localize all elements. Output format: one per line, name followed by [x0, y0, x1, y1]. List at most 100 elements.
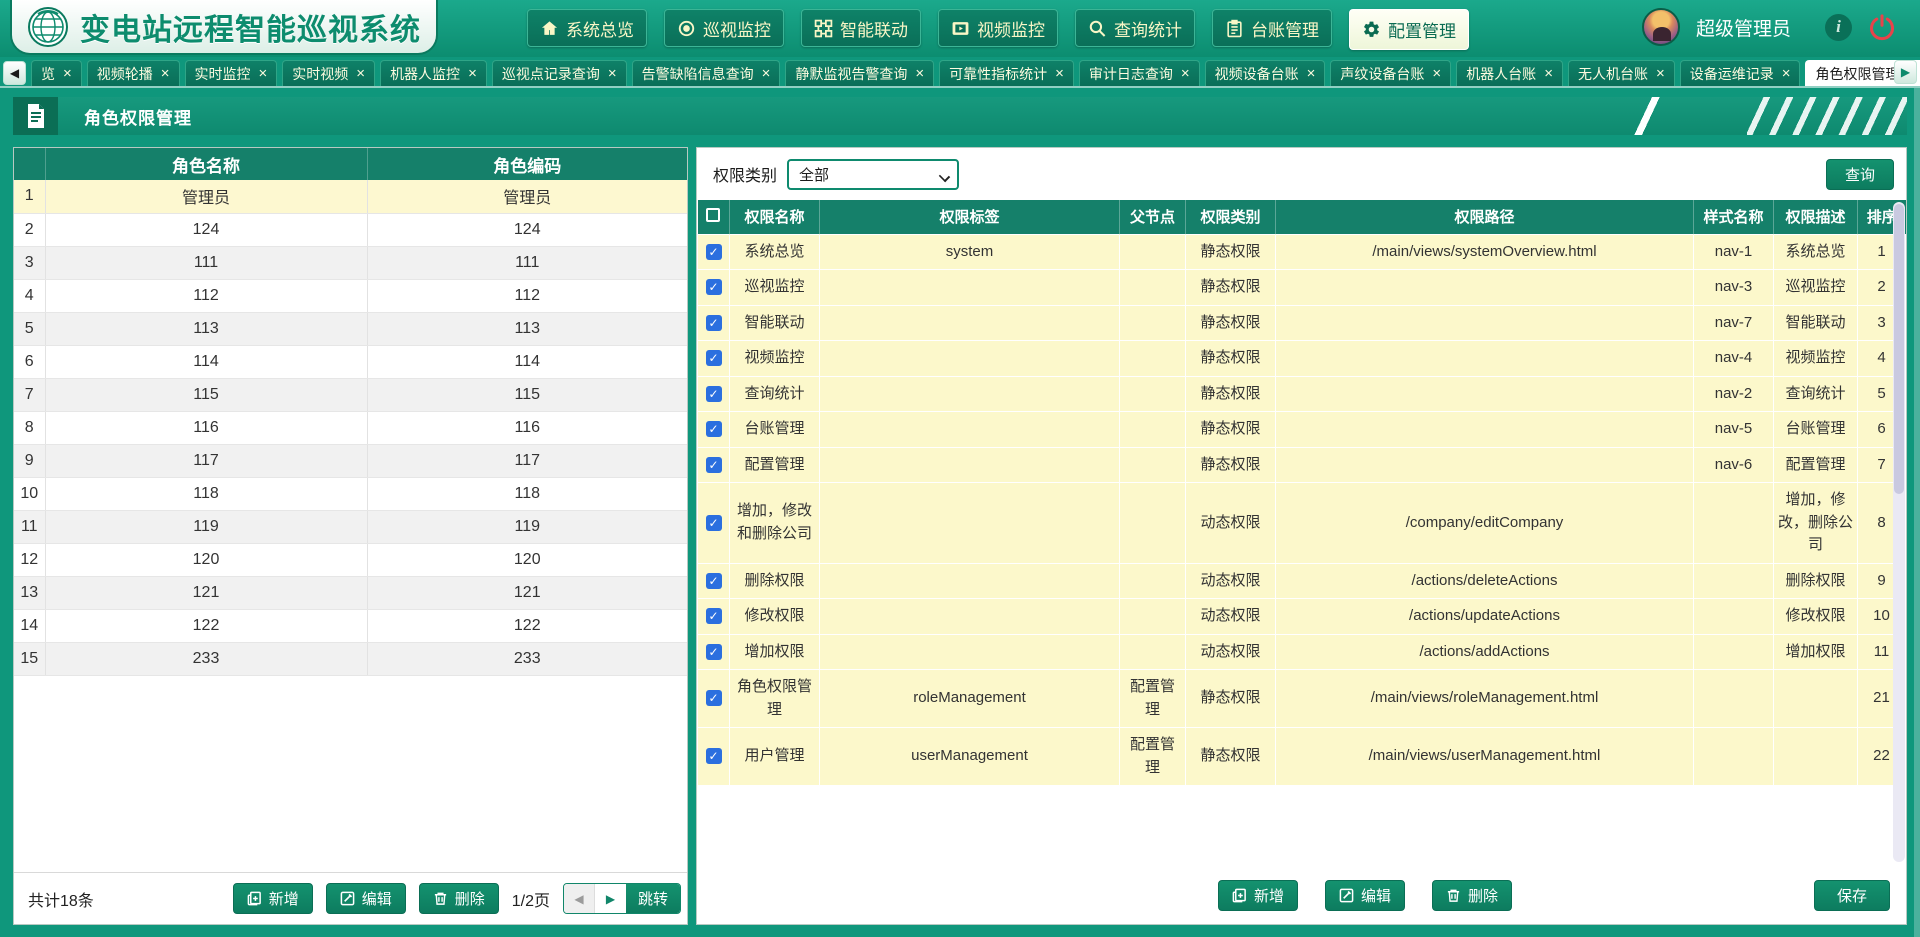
role-delete-button[interactable]: 删除	[419, 883, 499, 914]
app-logo-globe-icon	[28, 7, 68, 47]
tab-7[interactable]: 告警缺陷信息查询×	[632, 60, 781, 86]
tab-8[interactable]: 静默监视告警查询×	[785, 60, 934, 86]
tab-10[interactable]: 审计日志查询×	[1079, 60, 1200, 86]
nav-patrol-monitor[interactable]: 巡视监控	[664, 9, 784, 47]
role-row-7[interactable]: 7115115	[14, 378, 687, 411]
role-row-10[interactable]: 10118118	[14, 477, 687, 510]
role-row-9[interactable]: 9117117	[14, 444, 687, 477]
tab-close-icon[interactable]: ×	[1432, 66, 1441, 81]
permissions-scrollbar-thumb[interactable]	[1894, 204, 1904, 494]
tab-close-icon[interactable]: ×	[1181, 66, 1190, 81]
role-code-cell: 113	[367, 312, 687, 345]
perm-row-checkbox[interactable]: ✓	[706, 244, 722, 260]
permission-type-select[interactable]: 全部	[787, 159, 959, 190]
perm-row-checkbox[interactable]: ✓	[706, 457, 722, 473]
tab-close-icon[interactable]: ×	[1782, 66, 1791, 81]
role-name-cell: 114	[45, 345, 367, 378]
video-icon	[951, 19, 970, 38]
role-row-5[interactable]: 5113113	[14, 312, 687, 345]
tab-close-icon[interactable]: ×	[1544, 66, 1553, 81]
role-row-11[interactable]: 11119119	[14, 510, 687, 543]
perm-row-checkbox[interactable]: ✓	[706, 515, 722, 531]
perm-row-checkbox[interactable]: ✓	[706, 644, 722, 660]
tab-2[interactable]: 视频轮播×	[87, 60, 180, 86]
role-add-button[interactable]: 新增	[233, 883, 313, 914]
tab-close-icon[interactable]: ×	[608, 66, 617, 81]
tab-close-icon[interactable]: ×	[915, 66, 924, 81]
role-row-15[interactable]: 15233233	[14, 642, 687, 675]
tab-6[interactable]: 巡视点记录查询×	[492, 60, 627, 86]
tab-15[interactable]: 设备运维记录×	[1680, 60, 1801, 86]
tab-11[interactable]: 视频设备台账×	[1205, 60, 1326, 86]
perm-path-cell	[1276, 376, 1694, 412]
tab-label: 机器人台账	[1466, 64, 1536, 84]
role-row-2[interactable]: 2124124	[14, 213, 687, 246]
tab-1[interactable]: 览×	[31, 60, 82, 86]
role-row-13[interactable]: 13121121	[14, 576, 687, 609]
perm-row-checkbox[interactable]: ✓	[706, 350, 722, 366]
nav-system-overview[interactable]: 系统总览	[527, 9, 647, 47]
select-all-checkbox[interactable]	[706, 208, 720, 222]
perm-row-checkbox[interactable]: ✓	[706, 421, 722, 437]
info-icon[interactable]: i	[1825, 14, 1852, 41]
role-row-4[interactable]: 4112112	[14, 279, 687, 312]
role-row-14[interactable]: 14122122	[14, 609, 687, 642]
trash-icon	[1446, 888, 1461, 903]
tab-close-icon[interactable]: ×	[1307, 66, 1316, 81]
role-row-3[interactable]: 3111111	[14, 246, 687, 279]
perm-row-checkbox[interactable]: ✓	[706, 748, 722, 764]
role-code-cell: 111	[367, 246, 687, 279]
tab-close-icon[interactable]: ×	[63, 66, 72, 81]
roles-total-text: 共计18条	[28, 887, 94, 911]
jump-page-button[interactable]: 跳转	[626, 884, 680, 913]
perm-row-checkbox[interactable]: ✓	[706, 279, 722, 295]
tab-4[interactable]: 实时视频×	[282, 60, 375, 86]
tab-12[interactable]: 声纹设备台账×	[1330, 60, 1451, 86]
perm-row-checkbox[interactable]: ✓	[706, 690, 722, 706]
perm-row-checkbox[interactable]: ✓	[706, 573, 722, 589]
tab-9[interactable]: 可靠性指标统计×	[939, 60, 1074, 86]
nav-config-manage[interactable]: 配置管理	[1349, 9, 1469, 50]
role-name-cell: 113	[45, 312, 367, 345]
tab-5[interactable]: 机器人监控×	[380, 60, 487, 86]
tab-close-icon[interactable]: ×	[259, 66, 268, 81]
nav-smart-linkage[interactable]: 智能联动	[801, 9, 921, 47]
window-scrollbar[interactable]	[1914, 88, 1920, 937]
permission-delete-button[interactable]: 删除	[1432, 880, 1512, 911]
tabs-scroll-right-button[interactable]: ▶	[1894, 60, 1917, 84]
nav-video-monitor[interactable]: 视频监控	[938, 9, 1058, 47]
home-icon	[540, 19, 559, 38]
perm-tag-cell	[820, 305, 1120, 341]
tab-13[interactable]: 机器人台账 ×	[1456, 60, 1563, 86]
role-name-cell: 118	[45, 477, 367, 510]
nav-query-stats[interactable]: 查询统计	[1075, 9, 1195, 47]
perm-row-checkbox[interactable]: ✓	[706, 315, 722, 331]
user-avatar[interactable]	[1642, 8, 1680, 46]
permission-edit-button[interactable]: 编辑	[1325, 880, 1405, 911]
query-button[interactable]: 查询	[1826, 159, 1894, 190]
tab-3[interactable]: 实时监控×	[185, 60, 278, 86]
save-button[interactable]: 保存	[1814, 880, 1890, 911]
tabs-scroll-left-button[interactable]: ◀	[3, 61, 26, 85]
perm-row-checkbox[interactable]: ✓	[706, 386, 722, 402]
tab-close-icon[interactable]: ×	[356, 66, 365, 81]
tab-14[interactable]: 无人机台账×	[1568, 60, 1675, 86]
role-row-1[interactable]: 1管理员管理员	[14, 180, 687, 213]
power-icon[interactable]	[1868, 13, 1896, 41]
next-page-button[interactable]: ▶	[595, 884, 626, 913]
tab-close-icon[interactable]: ×	[161, 66, 170, 81]
role-row-12[interactable]: 12120120	[14, 543, 687, 576]
permission-add-button[interactable]: 新增	[1218, 880, 1298, 911]
role-row-6[interactable]: 6114114	[14, 345, 687, 378]
prev-page-button[interactable]: ◀	[564, 884, 595, 913]
perm-row-checkbox[interactable]: ✓	[706, 608, 722, 624]
role-row-8[interactable]: 8116116	[14, 411, 687, 444]
tab-close-icon[interactable]: ×	[1055, 66, 1064, 81]
tab-close-icon[interactable]: ×	[1656, 66, 1665, 81]
tab-close-icon[interactable]: ×	[762, 66, 771, 81]
tab-close-icon[interactable]: ×	[468, 66, 477, 81]
perm-row-12: ✓角色权限管理roleManagement配置管理静态权限/main/views…	[698, 670, 1906, 728]
nav-ledger-manage[interactable]: 台账管理	[1212, 9, 1332, 47]
perm-row-7: ✓配置管理静态权限nav-6配置管理7	[698, 447, 1906, 483]
role-edit-button[interactable]: 编辑	[326, 883, 406, 914]
